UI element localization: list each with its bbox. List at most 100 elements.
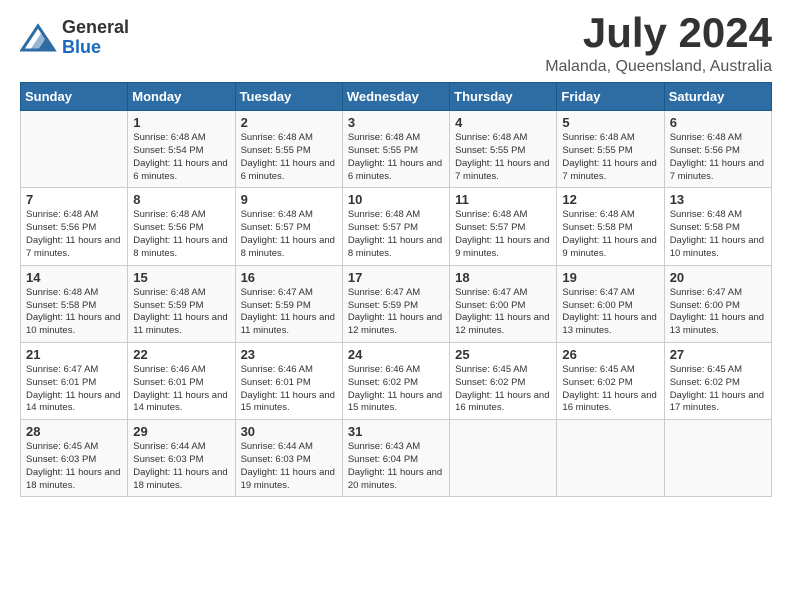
calendar-cell: 19Sunrise: 6:47 AMSunset: 6:00 PMDayligh… — [557, 265, 664, 342]
calendar-week-row: 7 Sunrise: 6:48 AMSunset: 5:56 PMDaylight… — [21, 188, 772, 265]
calendar-week-row: 28 Sunrise: 6:45 AMSunset: 6:03 PMDayligh… — [21, 420, 772, 497]
calendar-cell: 29 Sunrise: 6:44 AMSunset: 6:03 PMDayligh… — [128, 420, 235, 497]
calendar-cell: 4Sunrise: 6:48 AMSunset: 5:55 PMDaylight… — [450, 111, 557, 188]
title-area: July 2024 Malanda, Queensland, Australia — [545, 10, 772, 76]
cell-day-number: 12 — [562, 192, 658, 207]
cell-day-number: 14 — [26, 270, 122, 285]
cell-sun-info: Sunrise: 6:48 AMSunset: 5:57 PMDaylight:… — [455, 209, 551, 260]
calendar-cell: 26 Sunrise: 6:45 AMSunset: 6:02 PMDayligh… — [557, 342, 664, 419]
calendar-cell: 6Sunrise: 6:48 AMSunset: 5:56 PMDaylight… — [664, 111, 771, 188]
cell-sun-info: Sunrise: 6:48 AMSunset: 5:57 PMDaylight:… — [348, 209, 444, 260]
calendar-cell: 24 Sunrise: 6:46 AMSunset: 6:02 PMDayligh… — [342, 342, 449, 419]
col-header-tuesday: Tuesday — [235, 83, 342, 111]
calendar-cell: 12 Sunrise: 6:48 AMSunset: 5:58 PMDayligh… — [557, 188, 664, 265]
calendar-week-row: 14 Sunrise: 6:48 AMSunset: 5:58 PMDayligh… — [21, 265, 772, 342]
cell-day-number: 5 — [562, 115, 658, 130]
cell-sun-info: Sunrise: 6:47 AMSunset: 6:01 PMDaylight:… — [26, 364, 122, 415]
cell-sun-info: Sunrise: 6:48 AMSunset: 5:56 PMDaylight:… — [670, 132, 766, 183]
calendar-table: SundayMondayTuesdayWednesdayThursdayFrid… — [20, 82, 772, 497]
calendar-week-row: 1 Sunrise: 6:48 AMSunset: 5:54 PMDaylight… — [21, 111, 772, 188]
cell-day-number: 25 — [455, 347, 551, 362]
calendar-cell: 21 Sunrise: 6:47 AMSunset: 6:01 PMDayligh… — [21, 342, 128, 419]
calendar-header-row: SundayMondayTuesdayWednesdayThursdayFrid… — [21, 83, 772, 111]
calendar-cell: 14 Sunrise: 6:48 AMSunset: 5:58 PMDayligh… — [21, 265, 128, 342]
col-header-friday: Friday — [557, 83, 664, 111]
cell-sun-info: Sunrise: 6:43 AMSunset: 6:04 PMDaylight:… — [348, 441, 444, 492]
cell-day-number: 7 — [26, 192, 122, 207]
calendar-cell: 25 Sunrise: 6:45 AMSunset: 6:02 PMDayligh… — [450, 342, 557, 419]
cell-sun-info: Sunrise: 6:45 AMSunset: 6:02 PMDaylight:… — [562, 364, 658, 415]
cell-day-number: 21 — [26, 347, 122, 362]
calendar-cell: 15 Sunrise: 6:48 AMSunset: 5:59 PMDayligh… — [128, 265, 235, 342]
calendar-cell: 27Sunrise: 6:45 AMSunset: 6:02 PMDayligh… — [664, 342, 771, 419]
month-title: July 2024 — [545, 10, 772, 56]
logo-general: General — [62, 18, 129, 38]
cell-day-number: 27 — [670, 347, 766, 362]
calendar-cell: 18 Sunrise: 6:47 AMSunset: 6:00 PMDayligh… — [450, 265, 557, 342]
cell-sun-info: Sunrise: 6:48 AMSunset: 5:58 PMDaylight:… — [562, 209, 658, 260]
cell-sun-info: Sunrise: 6:46 AMSunset: 6:02 PMDaylight:… — [348, 364, 444, 415]
cell-sun-info: Sunrise: 6:44 AMSunset: 6:03 PMDaylight:… — [241, 441, 337, 492]
cell-sun-info: Sunrise: 6:47 AMSunset: 6:00 PMDaylight:… — [455, 287, 551, 338]
calendar-cell — [664, 420, 771, 497]
calendar-cell: 8Sunrise: 6:48 AMSunset: 5:56 PMDaylight… — [128, 188, 235, 265]
calendar-cell: 30 Sunrise: 6:44 AMSunset: 6:03 PMDayligh… — [235, 420, 342, 497]
calendar-cell: 2Sunrise: 6:48 AMSunset: 5:55 PMDaylight… — [235, 111, 342, 188]
col-header-sunday: Sunday — [21, 83, 128, 111]
calendar-cell: 11 Sunrise: 6:48 AMSunset: 5:57 PMDayligh… — [450, 188, 557, 265]
cell-day-number: 26 — [562, 347, 658, 362]
cell-day-number: 28 — [26, 424, 122, 439]
cell-day-number: 15 — [133, 270, 229, 285]
cell-sun-info: Sunrise: 6:44 AMSunset: 6:03 PMDaylight:… — [133, 441, 229, 492]
cell-day-number: 23 — [241, 347, 337, 362]
cell-sun-info: Sunrise: 6:47 AMSunset: 6:00 PMDaylight:… — [562, 287, 658, 338]
logo: General Blue — [20, 18, 129, 58]
cell-sun-info: Sunrise: 6:48 AMSunset: 5:58 PMDaylight:… — [26, 287, 122, 338]
calendar-cell: 3Sunrise: 6:48 AMSunset: 5:55 PMDaylight… — [342, 111, 449, 188]
cell-sun-info: Sunrise: 6:47 AMSunset: 5:59 PMDaylight:… — [241, 287, 337, 338]
cell-day-number: 1 — [133, 115, 229, 130]
cell-day-number: 13 — [670, 192, 766, 207]
cell-day-number: 30 — [241, 424, 337, 439]
calendar-week-row: 21 Sunrise: 6:47 AMSunset: 6:01 PMDayligh… — [21, 342, 772, 419]
col-header-monday: Monday — [128, 83, 235, 111]
cell-sun-info: Sunrise: 6:46 AMSunset: 6:01 PMDaylight:… — [241, 364, 337, 415]
cell-sun-info: Sunrise: 6:48 AMSunset: 5:59 PMDaylight:… — [133, 287, 229, 338]
cell-sun-info: Sunrise: 6:45 AMSunset: 6:02 PMDaylight:… — [455, 364, 551, 415]
cell-sun-info: Sunrise: 6:48 AMSunset: 5:58 PMDaylight:… — [670, 209, 766, 260]
cell-day-number: 10 — [348, 192, 444, 207]
cell-sun-info: Sunrise: 6:47 AMSunset: 6:00 PMDaylight:… — [670, 287, 766, 338]
cell-day-number: 29 — [133, 424, 229, 439]
cell-day-number: 16 — [241, 270, 337, 285]
calendar-cell: 17Sunrise: 6:47 AMSunset: 5:59 PMDayligh… — [342, 265, 449, 342]
cell-day-number: 22 — [133, 347, 229, 362]
calendar-cell: 5Sunrise: 6:48 AMSunset: 5:55 PMDaylight… — [557, 111, 664, 188]
calendar-cell: 10 Sunrise: 6:48 AMSunset: 5:57 PMDayligh… — [342, 188, 449, 265]
calendar-cell: 31 Sunrise: 6:43 AMSunset: 6:04 PMDayligh… — [342, 420, 449, 497]
calendar-cell: 20Sunrise: 6:47 AMSunset: 6:00 PMDayligh… — [664, 265, 771, 342]
col-header-saturday: Saturday — [664, 83, 771, 111]
cell-sun-info: Sunrise: 6:45 AMSunset: 6:03 PMDaylight:… — [26, 441, 122, 492]
cell-day-number: 31 — [348, 424, 444, 439]
calendar-cell: 28 Sunrise: 6:45 AMSunset: 6:03 PMDayligh… — [21, 420, 128, 497]
cell-day-number: 18 — [455, 270, 551, 285]
cell-day-number: 24 — [348, 347, 444, 362]
cell-sun-info: Sunrise: 6:48 AMSunset: 5:56 PMDaylight:… — [26, 209, 122, 260]
cell-day-number: 9 — [241, 192, 337, 207]
calendar-cell: 1 Sunrise: 6:48 AMSunset: 5:54 PMDaylight… — [128, 111, 235, 188]
cell-sun-info: Sunrise: 6:46 AMSunset: 6:01 PMDaylight:… — [133, 364, 229, 415]
cell-day-number: 2 — [241, 115, 337, 130]
calendar-cell: 16 Sunrise: 6:47 AMSunset: 5:59 PMDayligh… — [235, 265, 342, 342]
page-header: General Blue July 2024 Malanda, Queensla… — [20, 10, 772, 76]
calendar-cell: 13 Sunrise: 6:48 AMSunset: 5:58 PMDayligh… — [664, 188, 771, 265]
cell-sun-info: Sunrise: 6:48 AMSunset: 5:54 PMDaylight:… — [133, 132, 229, 183]
logo-icon — [20, 22, 58, 54]
calendar-cell: 22 Sunrise: 6:46 AMSunset: 6:01 PMDayligh… — [128, 342, 235, 419]
calendar-cell: 9 Sunrise: 6:48 AMSunset: 5:57 PMDaylight… — [235, 188, 342, 265]
logo-text: General Blue — [62, 18, 129, 58]
calendar-cell — [21, 111, 128, 188]
cell-sun-info: Sunrise: 6:48 AMSunset: 5:57 PMDaylight:… — [241, 209, 337, 260]
cell-day-number: 11 — [455, 192, 551, 207]
location-title: Malanda, Queensland, Australia — [545, 58, 772, 76]
cell-day-number: 17 — [348, 270, 444, 285]
